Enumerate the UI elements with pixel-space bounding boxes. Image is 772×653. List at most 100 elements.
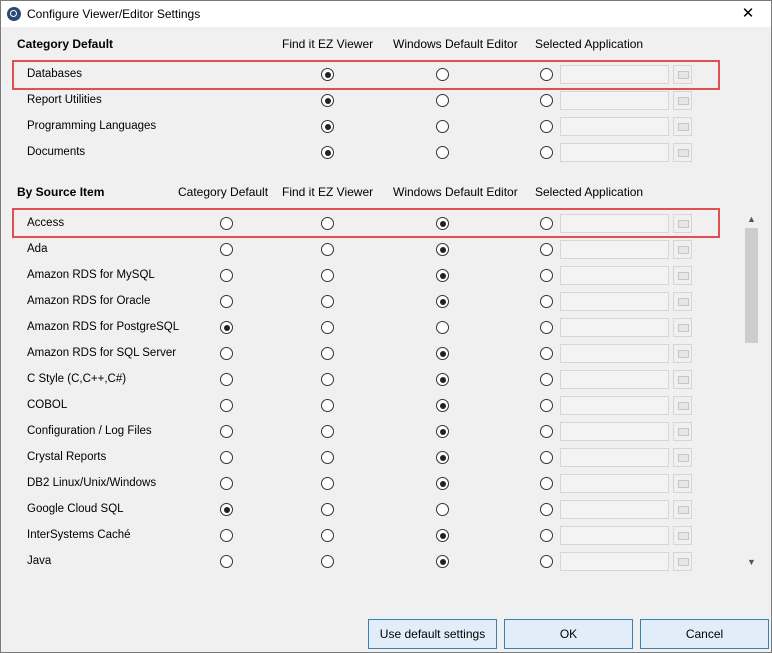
source-browse-folder-icon[interactable] [673, 318, 692, 337]
source-radio-0[interactable] [220, 243, 233, 256]
source-selected-app-field[interactable] [560, 448, 669, 467]
scroll-down-arrow-icon[interactable]: ▼ [743, 554, 760, 571]
source-radio-3[interactable] [540, 243, 553, 256]
source-radio-1[interactable] [321, 269, 334, 282]
source-radio-0[interactable] [220, 477, 233, 490]
source-radio-0[interactable] [220, 451, 233, 464]
category-selected-app-field[interactable] [560, 143, 669, 162]
source-browse-folder-icon[interactable] [673, 396, 692, 415]
source-radio-1[interactable] [321, 347, 334, 360]
source-browse-folder-icon[interactable] [673, 526, 692, 545]
source-browse-folder-icon[interactable] [673, 370, 692, 389]
use-default-settings-button[interactable]: Use default settings [368, 619, 497, 649]
source-radio-0[interactable] [220, 373, 233, 386]
category-selected-app-field[interactable] [560, 117, 669, 136]
source-radio-1[interactable] [321, 295, 334, 308]
source-selected-app-field[interactable] [560, 474, 669, 493]
source-selected-app-field[interactable] [560, 214, 669, 233]
source-selected-app-field[interactable] [560, 344, 669, 363]
source-radio-2[interactable] [436, 295, 449, 308]
source-radio-2[interactable] [436, 451, 449, 464]
source-selected-app-field[interactable] [560, 396, 669, 415]
vertical-scrollbar[interactable]: ▲ ▼ [743, 211, 760, 571]
source-browse-folder-icon[interactable] [673, 552, 692, 571]
source-radio-0[interactable] [220, 399, 233, 412]
source-radio-0[interactable] [220, 321, 233, 334]
source-radio-1[interactable] [321, 529, 334, 542]
source-browse-folder-icon[interactable] [673, 500, 692, 519]
source-radio-2[interactable] [436, 555, 449, 568]
source-radio-3[interactable] [540, 451, 553, 464]
scroll-thumb[interactable] [745, 228, 758, 343]
source-radio-3[interactable] [540, 295, 553, 308]
source-radio-3[interactable] [540, 373, 553, 386]
source-radio-0[interactable] [220, 295, 233, 308]
source-radio-0[interactable] [220, 425, 233, 438]
source-browse-folder-icon[interactable] [673, 292, 692, 311]
source-radio-2[interactable] [436, 347, 449, 360]
source-browse-folder-icon[interactable] [673, 240, 692, 259]
source-radio-3[interactable] [540, 503, 553, 516]
source-radio-1[interactable] [321, 503, 334, 516]
source-radio-3[interactable] [540, 321, 553, 334]
source-selected-app-field[interactable] [560, 552, 669, 571]
source-selected-app-field[interactable] [560, 500, 669, 519]
source-radio-1[interactable] [321, 477, 334, 490]
category-browse-folder-icon[interactable] [673, 91, 692, 110]
category-radio-0[interactable] [321, 120, 334, 133]
source-radio-3[interactable] [540, 217, 553, 230]
source-selected-app-field[interactable] [560, 292, 669, 311]
category-radio-1[interactable] [436, 94, 449, 107]
source-browse-folder-icon[interactable] [673, 448, 692, 467]
category-selected-app-field[interactable] [560, 91, 669, 110]
source-selected-app-field[interactable] [560, 526, 669, 545]
source-radio-1[interactable] [321, 243, 334, 256]
source-radio-0[interactable] [220, 503, 233, 516]
source-radio-2[interactable] [436, 217, 449, 230]
category-radio-1[interactable] [436, 68, 449, 81]
cancel-button[interactable]: Cancel [640, 619, 769, 649]
source-radio-0[interactable] [220, 217, 233, 230]
source-radio-0[interactable] [220, 529, 233, 542]
source-radio-3[interactable] [540, 555, 553, 568]
source-browse-folder-icon[interactable] [673, 422, 692, 441]
category-radio-1[interactable] [436, 146, 449, 159]
source-selected-app-field[interactable] [560, 318, 669, 337]
scroll-up-arrow-icon[interactable]: ▲ [743, 211, 760, 228]
category-browse-folder-icon[interactable] [673, 117, 692, 136]
source-browse-folder-icon[interactable] [673, 344, 692, 363]
source-radio-1[interactable] [321, 451, 334, 464]
source-browse-folder-icon[interactable] [673, 474, 692, 493]
source-selected-app-field[interactable] [560, 266, 669, 285]
category-selected-app-field[interactable] [560, 65, 669, 84]
source-radio-2[interactable] [436, 373, 449, 386]
source-radio-0[interactable] [220, 555, 233, 568]
source-radio-1[interactable] [321, 399, 334, 412]
source-radio-2[interactable] [436, 243, 449, 256]
ok-button[interactable]: OK [504, 619, 633, 649]
source-browse-folder-icon[interactable] [673, 266, 692, 285]
source-radio-2[interactable] [436, 269, 449, 282]
source-selected-app-field[interactable] [560, 370, 669, 389]
category-radio-1[interactable] [436, 120, 449, 133]
source-radio-2[interactable] [436, 529, 449, 542]
source-radio-3[interactable] [540, 529, 553, 542]
source-radio-3[interactable] [540, 399, 553, 412]
category-radio-2[interactable] [540, 146, 553, 159]
source-radio-1[interactable] [321, 425, 334, 438]
source-browse-folder-icon[interactable] [673, 214, 692, 233]
category-radio-2[interactable] [540, 120, 553, 133]
source-radio-0[interactable] [220, 269, 233, 282]
source-radio-0[interactable] [220, 347, 233, 360]
category-radio-0[interactable] [321, 146, 334, 159]
source-radio-3[interactable] [540, 347, 553, 360]
source-radio-2[interactable] [436, 321, 449, 334]
source-radio-2[interactable] [436, 425, 449, 438]
source-radio-1[interactable] [321, 321, 334, 334]
source-selected-app-field[interactable] [560, 240, 669, 259]
source-radio-3[interactable] [540, 425, 553, 438]
source-selected-app-field[interactable] [560, 422, 669, 441]
category-radio-2[interactable] [540, 94, 553, 107]
source-radio-3[interactable] [540, 269, 553, 282]
close-button[interactable]: ✕ [725, 1, 771, 27]
